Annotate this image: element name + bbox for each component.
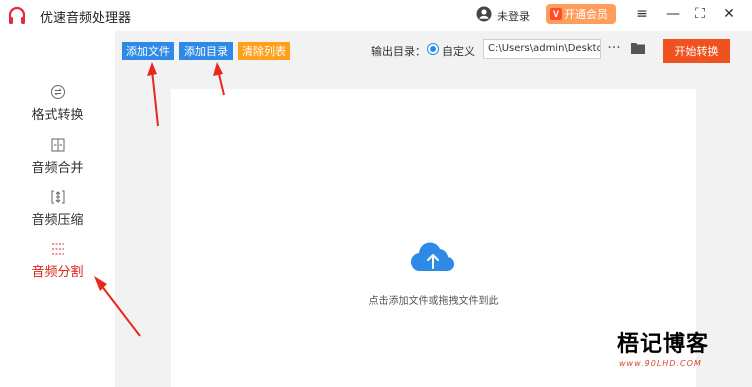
login-status[interactable]: 未登录 xyxy=(497,8,530,24)
maximize-icon[interactable]: ⛶ xyxy=(691,5,709,23)
watermark-title: 梧记博客 xyxy=(617,332,710,357)
add-directory-button[interactable]: 添加目录 xyxy=(179,42,233,60)
add-file-button[interactable]: 添加文件 xyxy=(122,42,174,60)
audio-merge-icon xyxy=(51,138,65,152)
sidebar-item-label: 音频合并 xyxy=(31,161,84,176)
minimize-icon[interactable]: — xyxy=(664,5,682,23)
sidebar-item-audio-compress[interactable]: 音频压缩 xyxy=(0,187,115,237)
output-directory-label: 输出目录： xyxy=(371,45,426,58)
sidebar-item-audio-merge[interactable]: 音频合并 xyxy=(0,135,115,185)
vip-button[interactable]: V 开通会员 xyxy=(546,4,616,24)
sidebar-item-label: 音频压缩 xyxy=(31,213,84,228)
sidebar-item-label: 音频分割 xyxy=(31,265,84,280)
cloud-upload-icon xyxy=(410,242,455,272)
folder-icon[interactable] xyxy=(630,41,646,55)
vip-icon: V xyxy=(550,8,562,20)
headphones-app-icon xyxy=(7,6,27,26)
drop-hint-text: 点击添加文件或拖拽文件到此 xyxy=(368,296,499,307)
custom-radio-label[interactable]: 自定义 xyxy=(442,43,475,59)
sidebar-item-format-convert[interactable]: 格式转换 xyxy=(0,82,115,132)
app-title: 优速音频处理器 xyxy=(40,11,132,26)
sidebar-item-label: 格式转换 xyxy=(31,108,84,123)
user-icon[interactable] xyxy=(476,6,492,22)
audio-split-icon xyxy=(52,243,64,255)
custom-radio[interactable] xyxy=(427,43,439,55)
format-convert-icon xyxy=(51,85,65,99)
start-convert-button[interactable]: 开始转换 xyxy=(663,39,730,63)
clear-list-button[interactable]: 清除列表 xyxy=(238,42,290,60)
more-options-button[interactable]: ··· xyxy=(606,39,622,57)
watermark-logo: 梧记博客 www.90LHD.COM xyxy=(617,326,747,376)
output-path-field[interactable]: C:\Users\admin\Deskto xyxy=(483,39,601,59)
vip-label: 开通会员 xyxy=(564,9,608,21)
close-icon[interactable]: ✕ xyxy=(720,5,738,23)
title-bar: 优速音频处理器 未登录 V 开通会员 ≡ — ⛶ ✕ xyxy=(0,0,752,31)
sidebar-item-audio-split[interactable]: 音频分割 xyxy=(0,239,115,289)
sidebar: 格式转换 音频合并 音频压缩 音频分割 xyxy=(0,31,115,387)
menu-icon[interactable]: ≡ xyxy=(633,5,651,23)
watermark-url: www.90LHD.COM xyxy=(619,359,702,368)
audio-compress-icon xyxy=(51,190,65,204)
